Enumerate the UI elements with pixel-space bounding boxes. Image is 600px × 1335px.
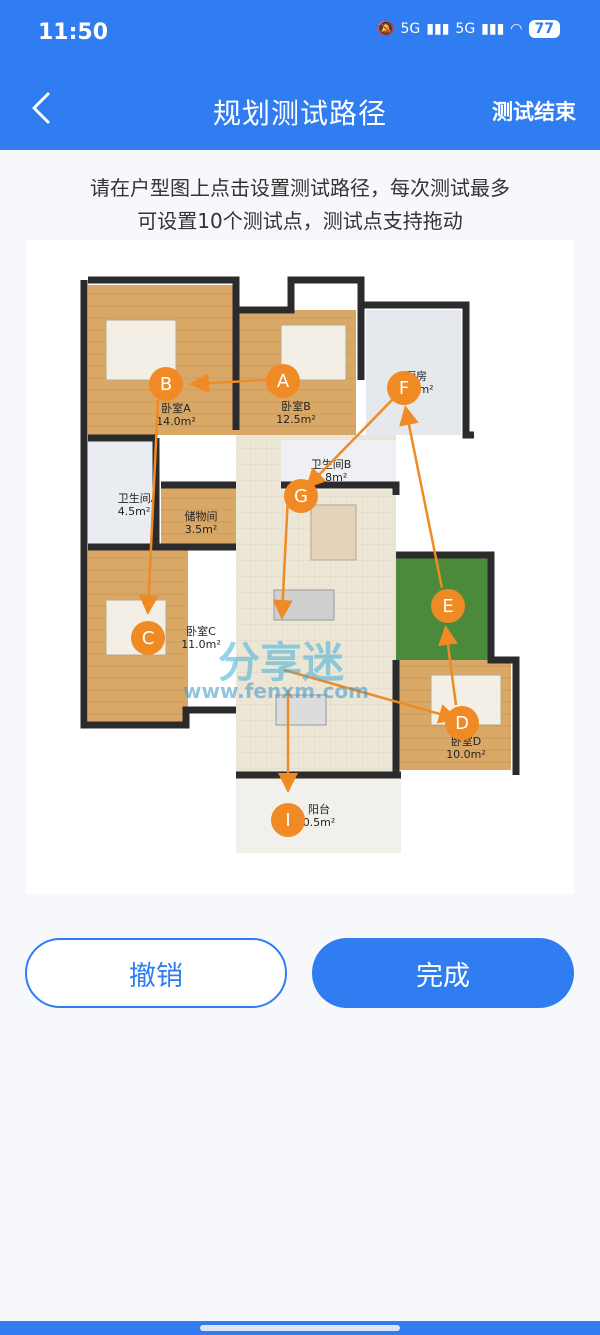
test-point-i[interactable]: I [271,803,305,837]
signal-icon: ▮▮▮ [426,21,450,37]
test-point-f[interactable]: F [387,371,421,405]
battery-level: 77 [528,20,560,38]
svg-text:B: B [160,374,172,395]
label-bath-a-area: 4.5m² [118,505,151,518]
instruction-line-1: 请在户型图上点击设置测试路径，每次测试最多 [90,176,510,200]
home-indicator[interactable] [200,1325,400,1331]
svg-text:F: F [399,378,409,399]
done-button[interactable]: 完成 [312,938,574,1008]
label-balcony-name: 阳台 [308,802,330,816]
instruction-line-2: 可设置10个测试点，测试点支持拖动 [137,209,463,233]
floor-plan[interactable]: 卧室A 14.0m² 卧室B 12.5m² 厨房 m² 卫生间A 4.5m² 储… [26,240,574,894]
svg-text:A: A [277,371,290,392]
watermark-url: www.fenxm.com [183,679,369,703]
signal-icon-2: ▮▮▮ [481,21,505,37]
svg-text:G: G [294,486,308,507]
floor-plan-canvas[interactable]: 卧室A 14.0m² 卧室B 12.5m² 厨房 m² 卫生间A 4.5m² 储… [26,240,574,894]
test-point-c[interactable]: C [131,621,165,655]
label-storage-name: 储物间 [185,509,218,523]
status-bar: 11:50 🔕 5G ▮▮▮ 5G ▮▮▮ ◠ 77 [0,0,600,70]
test-point-d[interactable]: D [445,706,479,740]
signal-5g-label: 5G [400,21,421,37]
svg-text:E: E [442,596,453,617]
label-storage-area: 3.5m² [185,523,218,536]
test-point-g[interactable]: G [284,479,318,513]
label-bedroom-d-area: 10.0m² [446,748,486,761]
instruction-text: 请在户型图上点击设置测试路径，每次测试最多 可设置10个测试点，测试点支持拖动 [40,172,560,238]
svg-text:D: D [455,713,469,734]
svg-text:I: I [285,810,290,831]
end-test-button[interactable]: 测试结束 [492,96,576,126]
test-point-e[interactable]: E [431,589,465,623]
signal-5g-label-2: 5G [455,21,476,37]
label-bedroom-c-name: 卧室C [186,624,216,638]
mute-icon: 🔕 [377,21,395,37]
label-bedroom-c-area: 11.0m² [181,638,221,651]
label-balcony-area: 0.5m² [303,816,336,829]
nav-bar: 规划测试路径 测试结束 [0,70,600,150]
label-bedroom-b-name: 卧室B [281,399,311,413]
svg-text:C: C [142,628,155,649]
undo-button[interactable]: 撤销 [25,938,287,1008]
wifi-icon: ◠ [510,21,523,37]
label-bedroom-b-area: 12.5m² [276,413,316,426]
test-point-a[interactable]: A [266,364,300,398]
label-bedroom-a-name: 卧室A [161,401,191,415]
status-time: 11:50 [38,20,109,45]
test-point-b[interactable]: B [149,367,183,401]
status-icons: 🔕 5G ▮▮▮ 5G ▮▮▮ ◠ 77 [377,20,560,38]
label-bedroom-a-area: 14.0m² [156,415,196,428]
